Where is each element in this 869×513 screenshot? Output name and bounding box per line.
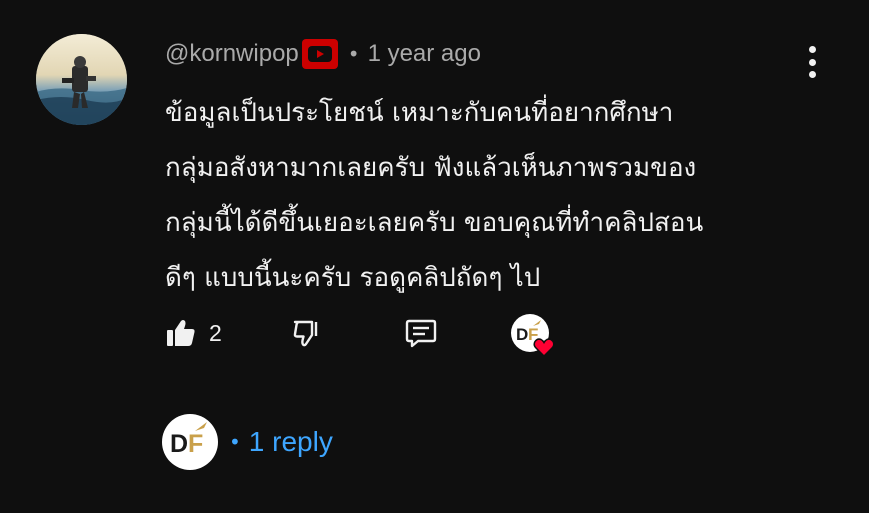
heart-icon (533, 338, 555, 358)
svg-text:D: D (516, 325, 528, 344)
replies-separator: • (229, 430, 241, 454)
like-count: 2 (209, 319, 222, 346)
replies-count-label[interactable]: 1 reply (249, 426, 333, 458)
comment-text-line: ดีๆ แบบนี้นะครับ รอดูคลิปถัดๆ ไป (165, 263, 541, 293)
creator-heart-icon[interactable]: D F (511, 314, 555, 358)
svg-text:F: F (188, 430, 203, 458)
kebab-dot (808, 58, 816, 66)
comment-text-line: ข้อมูลเป็นประโยชน์ เหมาะกับคนที่อยากศึกษ… (165, 98, 674, 128)
reply-author-avatar: D F (162, 414, 218, 470)
youtube-play-icon (307, 46, 332, 62)
reply-comment-icon (405, 319, 437, 348)
comment-thread: @kornwipop • 1 year ago ข้อมูลเป็นประโยช… (0, 0, 869, 513)
thumb-down-icon (293, 320, 318, 347)
svg-text:D: D (170, 430, 188, 458)
more-vert-icon[interactable] (798, 44, 826, 80)
comment-text-line: กลุ่มนี้ได้ดีขึ้นเยอะเลยครับ ขอบคุณที่ทำ… (165, 208, 704, 238)
like-button[interactable]: 2 (165, 317, 222, 349)
author-handle[interactable]: @kornwipop (165, 40, 299, 68)
comment-text: ข้อมูลเป็นประโยชน์ เหมาะกับคนที่อยากศึกษ… (165, 86, 825, 306)
kebab-dot (808, 71, 816, 78)
comment-timestamp[interactable]: 1 year ago (368, 40, 481, 68)
avatar-image (36, 34, 127, 125)
member-badge (301, 39, 338, 69)
comment-header: @kornwipop • 1 year ago (165, 36, 481, 72)
view-replies-button[interactable]: D F • 1 reply (162, 413, 333, 471)
kebab-dot (808, 46, 816, 53)
reply-button[interactable] (404, 317, 438, 353)
avatar[interactable] (36, 34, 127, 125)
dislike-button[interactable] (291, 317, 323, 353)
thumb-up-icon (167, 320, 195, 346)
header-separator: • (347, 42, 360, 66)
df-logo-icon: D F (170, 422, 207, 458)
comment-text-line: กลุ่มอสังหามากเลยครับ ฟังแล้วเห็นภาพรวมข… (165, 153, 697, 183)
